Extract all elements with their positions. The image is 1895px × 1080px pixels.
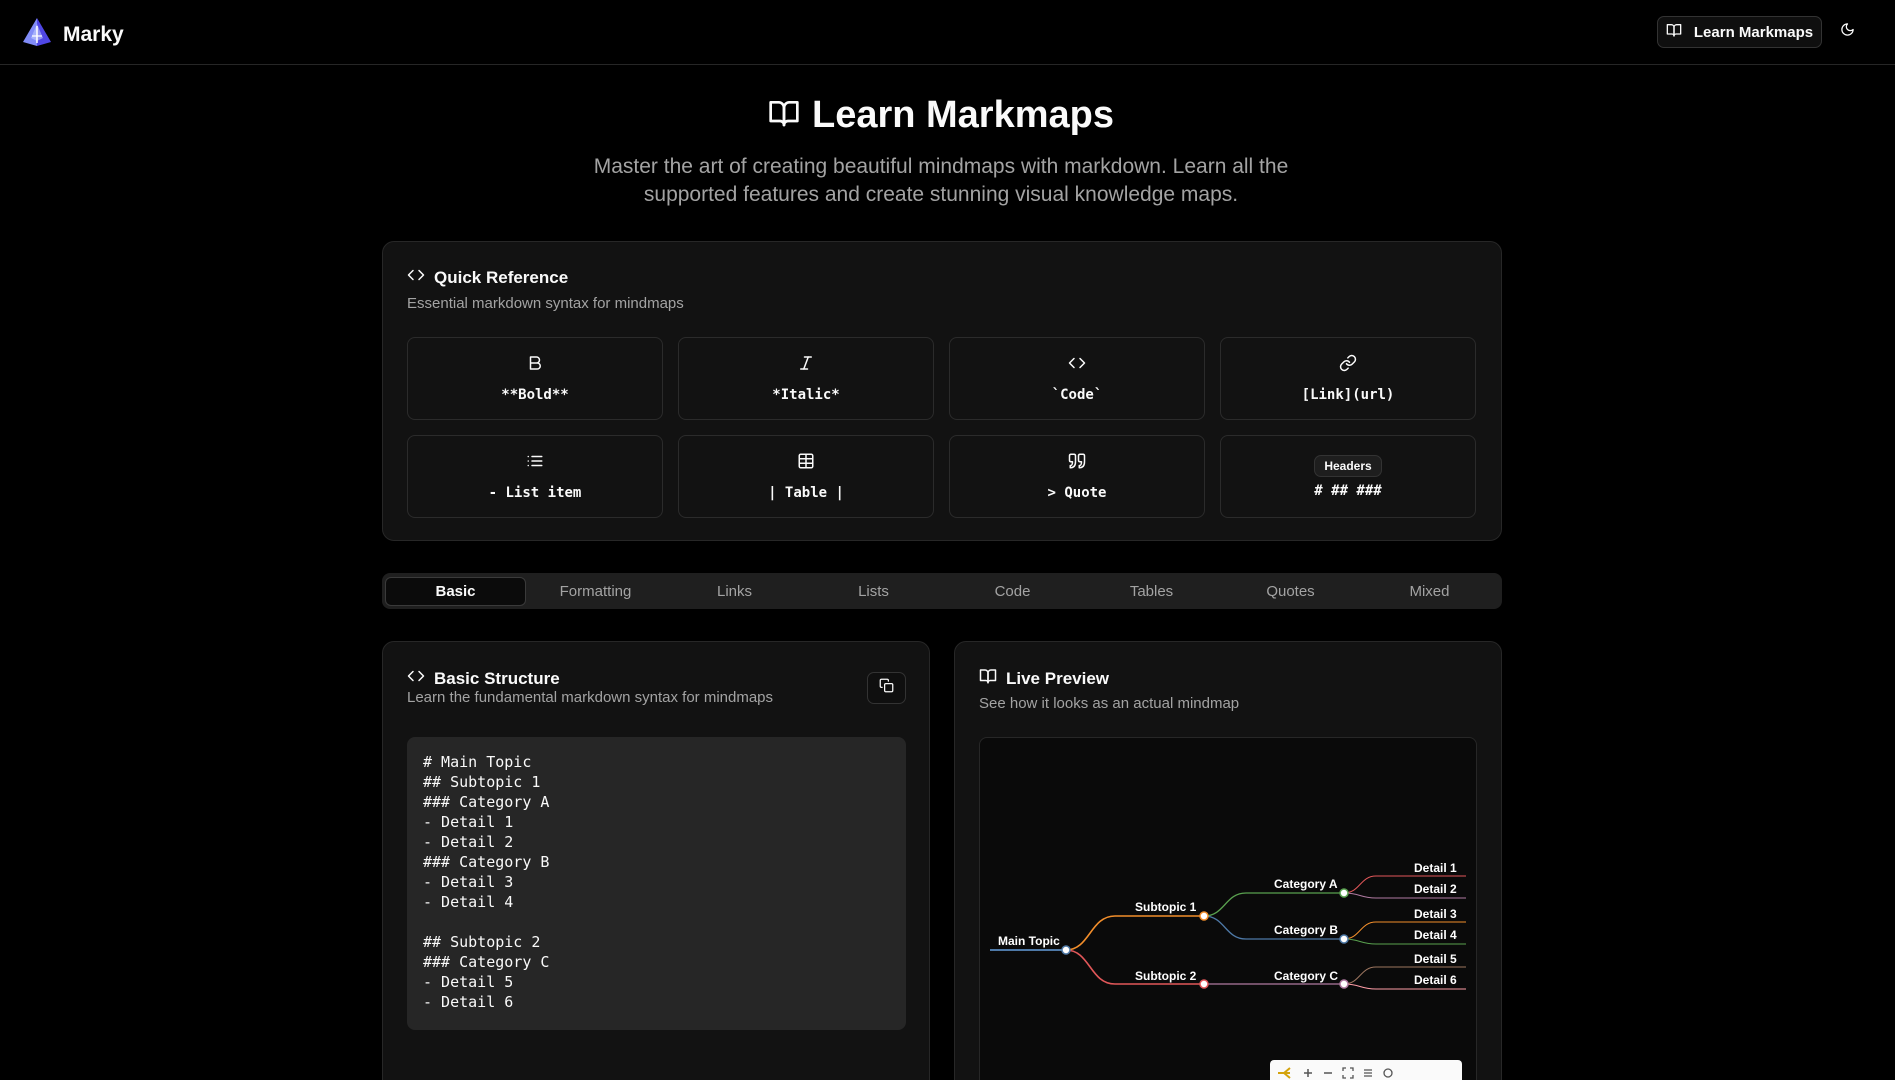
code-icon <box>407 266 425 289</box>
tab-quotes[interactable]: Quotes <box>1221 577 1360 606</box>
ref-bold-syntax: **Bold** <box>501 387 569 403</box>
basic-structure-card: Basic Structure Learn the fundamental ma… <box>382 641 930 1080</box>
code-icon <box>407 667 425 690</box>
mindmap-svg[interactable]: Main Topic Subtopic 1 Subtopic 2 Categor… <box>980 738 1477 1080</box>
italic-icon <box>797 354 815 377</box>
tab-basic[interactable]: Basic <box>385 576 526 606</box>
node-subtopic-2-label: Subtopic 2 <box>1135 969 1197 983</box>
mindmap-toolbar <box>1270 1060 1462 1080</box>
markmap-logo-icon[interactable] <box>1276 1066 1294 1080</box>
ref-bold[interactable]: **Bold** <box>407 337 663 420</box>
quick-reference-grid: **Bold** *Italic* `Code` [Link](url) - L… <box>407 337 1478 518</box>
moon-icon <box>1840 22 1855 42</box>
dark-theme-icon[interactable] <box>1382 1066 1394 1080</box>
node-category-c-circle[interactable] <box>1339 979 1349 989</box>
book-open-icon <box>1666 22 1682 42</box>
basic-structure-description: Learn the fundamental markdown syntax fo… <box>407 689 774 706</box>
table-icon <box>797 452 815 475</box>
live-preview-description: See how it looks as an actual mindmap <box>979 695 1240 712</box>
tab-links[interactable]: Links <box>665 577 804 606</box>
brand-name: Marky <box>63 22 124 46</box>
ref-quote-syntax: > Quote <box>1047 485 1107 501</box>
ref-quote[interactable]: > Quote <box>949 435 1205 518</box>
node-subtopic-1-label: Subtopic 1 <box>1135 900 1197 914</box>
copy-button[interactable] <box>867 672 906 704</box>
basic-structure-title-text: Basic Structure <box>434 668 560 688</box>
node-detail-1-label: Detail 1 <box>1414 861 1457 875</box>
copy-icon <box>879 678 894 698</box>
quick-reference-card: Quick Reference Essential markdown synta… <box>382 241 1502 541</box>
ref-headers[interactable]: Headers # ## ### <box>1220 435 1476 518</box>
live-preview-card: Live Preview See how it looks as an actu… <box>954 641 1502 1080</box>
live-preview-title: Live Preview <box>979 667 1109 690</box>
quick-reference-description: Essential markdown syntax for mindmaps <box>407 295 684 312</box>
top-bar: Marky Learn Markmaps <box>0 0 1895 65</box>
basic-structure-title: Basic Structure <box>407 667 560 690</box>
bold-icon <box>526 354 544 377</box>
theme-toggle-button[interactable] <box>1836 21 1858 43</box>
book-open-icon <box>979 667 997 690</box>
ref-code[interactable]: `Code` <box>949 337 1205 420</box>
ref-link-syntax: [Link](url) <box>1301 387 1395 403</box>
list-icon <box>526 452 544 475</box>
node-detail-3-label: Detail 3 <box>1414 907 1457 921</box>
page-subtitle: Master the art of creating beautiful min… <box>593 155 1289 206</box>
headers-badge: Headers <box>1314 454 1382 477</box>
zoom-out-icon[interactable] <box>1322 1066 1334 1080</box>
book-open-icon <box>768 97 800 134</box>
link-icon <box>1339 354 1357 377</box>
node-category-a-label: Category A <box>1274 877 1338 891</box>
quick-reference-title-text: Quick Reference <box>434 267 569 287</box>
fit-window-icon[interactable] <box>1342 1066 1354 1080</box>
node-detail-6-label: Detail 6 <box>1414 973 1457 987</box>
learn-markmaps-button[interactable]: Learn Markmaps <box>1657 16 1822 48</box>
markdown-code-block[interactable]: # Main Topic ## Subtopic 1 ### Category … <box>407 737 906 1030</box>
node-detail-2-label: Detail 2 <box>1414 882 1457 896</box>
tab-formatting[interactable]: Formatting <box>526 577 665 606</box>
ref-link[interactable]: [Link](url) <box>1220 337 1476 420</box>
node-category-c-label: Category C <box>1274 969 1338 983</box>
ref-italic-syntax: *Italic* <box>772 387 840 403</box>
brand[interactable]: Marky <box>21 16 124 53</box>
node-category-b-label: Category B <box>1274 923 1338 937</box>
node-subtopic-1-circle[interactable] <box>1199 911 1209 921</box>
ref-table-syntax: | Table | <box>768 485 844 501</box>
mindmap-canvas[interactable]: Main Topic Subtopic 1 Subtopic 2 Categor… <box>979 737 1477 1080</box>
tab-tables[interactable]: Tables <box>1082 577 1221 606</box>
node-detail-4-label: Detail 4 <box>1414 928 1457 942</box>
node-category-a-circle[interactable] <box>1339 888 1349 898</box>
example-tabs: Basic Formatting Links Lists Code Tables… <box>382 573 1502 609</box>
marky-logo-icon <box>21 16 53 53</box>
node-root-circle[interactable] <box>1061 945 1071 955</box>
node-root-label: Main Topic <box>998 934 1060 948</box>
live-preview-title-text: Live Preview <box>1006 668 1110 688</box>
quote-icon <box>1067 452 1087 475</box>
node-category-b-circle[interactable] <box>1339 934 1349 944</box>
tab-code[interactable]: Code <box>943 577 1082 606</box>
page-title: Learn Markmaps <box>811 94 1114 136</box>
tab-mixed[interactable]: Mixed <box>1360 577 1499 606</box>
ref-code-syntax: `Code` <box>1051 387 1103 403</box>
learn-markmaps-label: Learn Markmaps <box>1693 23 1814 41</box>
quick-reference-title: Quick Reference <box>407 266 568 289</box>
edge-subtopic-1 <box>1065 915 1204 951</box>
page-title-row: Learn Markmaps <box>0 94 1882 137</box>
edge-category-a <box>1203 892 1344 917</box>
ref-list-syntax: - List item <box>488 485 582 501</box>
code-icon <box>1068 354 1086 377</box>
ref-table[interactable]: | Table | <box>678 435 934 518</box>
ref-headers-syntax: # ## ### <box>1314 482 1382 499</box>
node-subtopic-2-circle[interactable] <box>1199 979 1209 989</box>
ref-italic[interactable]: *Italic* <box>678 337 934 420</box>
ref-list[interactable]: - List item <box>407 435 663 518</box>
tab-lists[interactable]: Lists <box>804 577 943 606</box>
node-detail-5-label: Detail 5 <box>1414 952 1457 966</box>
zoom-in-icon[interactable] <box>1302 1066 1314 1080</box>
toggle-recursively-icon[interactable] <box>1362 1066 1374 1080</box>
